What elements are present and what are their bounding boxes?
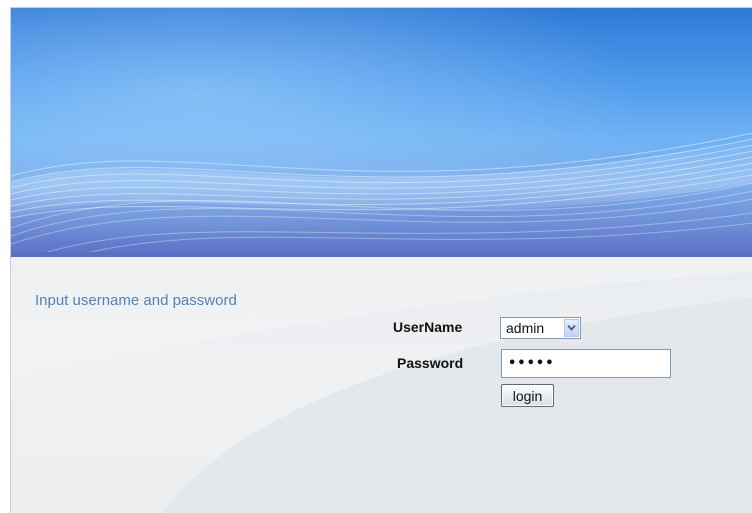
username-selected-value: admin	[506, 320, 545, 336]
wave-decoration	[11, 8, 752, 257]
password-label: Password	[397, 355, 464, 371]
login-page: Input username and password UserName adm…	[10, 7, 752, 513]
password-field[interactable]	[501, 349, 671, 378]
chevron-down-icon[interactable]	[564, 319, 579, 337]
header-banner	[11, 8, 752, 257]
username-label: UserName	[393, 319, 463, 335]
login-prompt-title: Input username and password	[35, 292, 237, 309]
login-button[interactable]: login	[501, 384, 554, 407]
username-select[interactable]: admin	[500, 317, 581, 339]
